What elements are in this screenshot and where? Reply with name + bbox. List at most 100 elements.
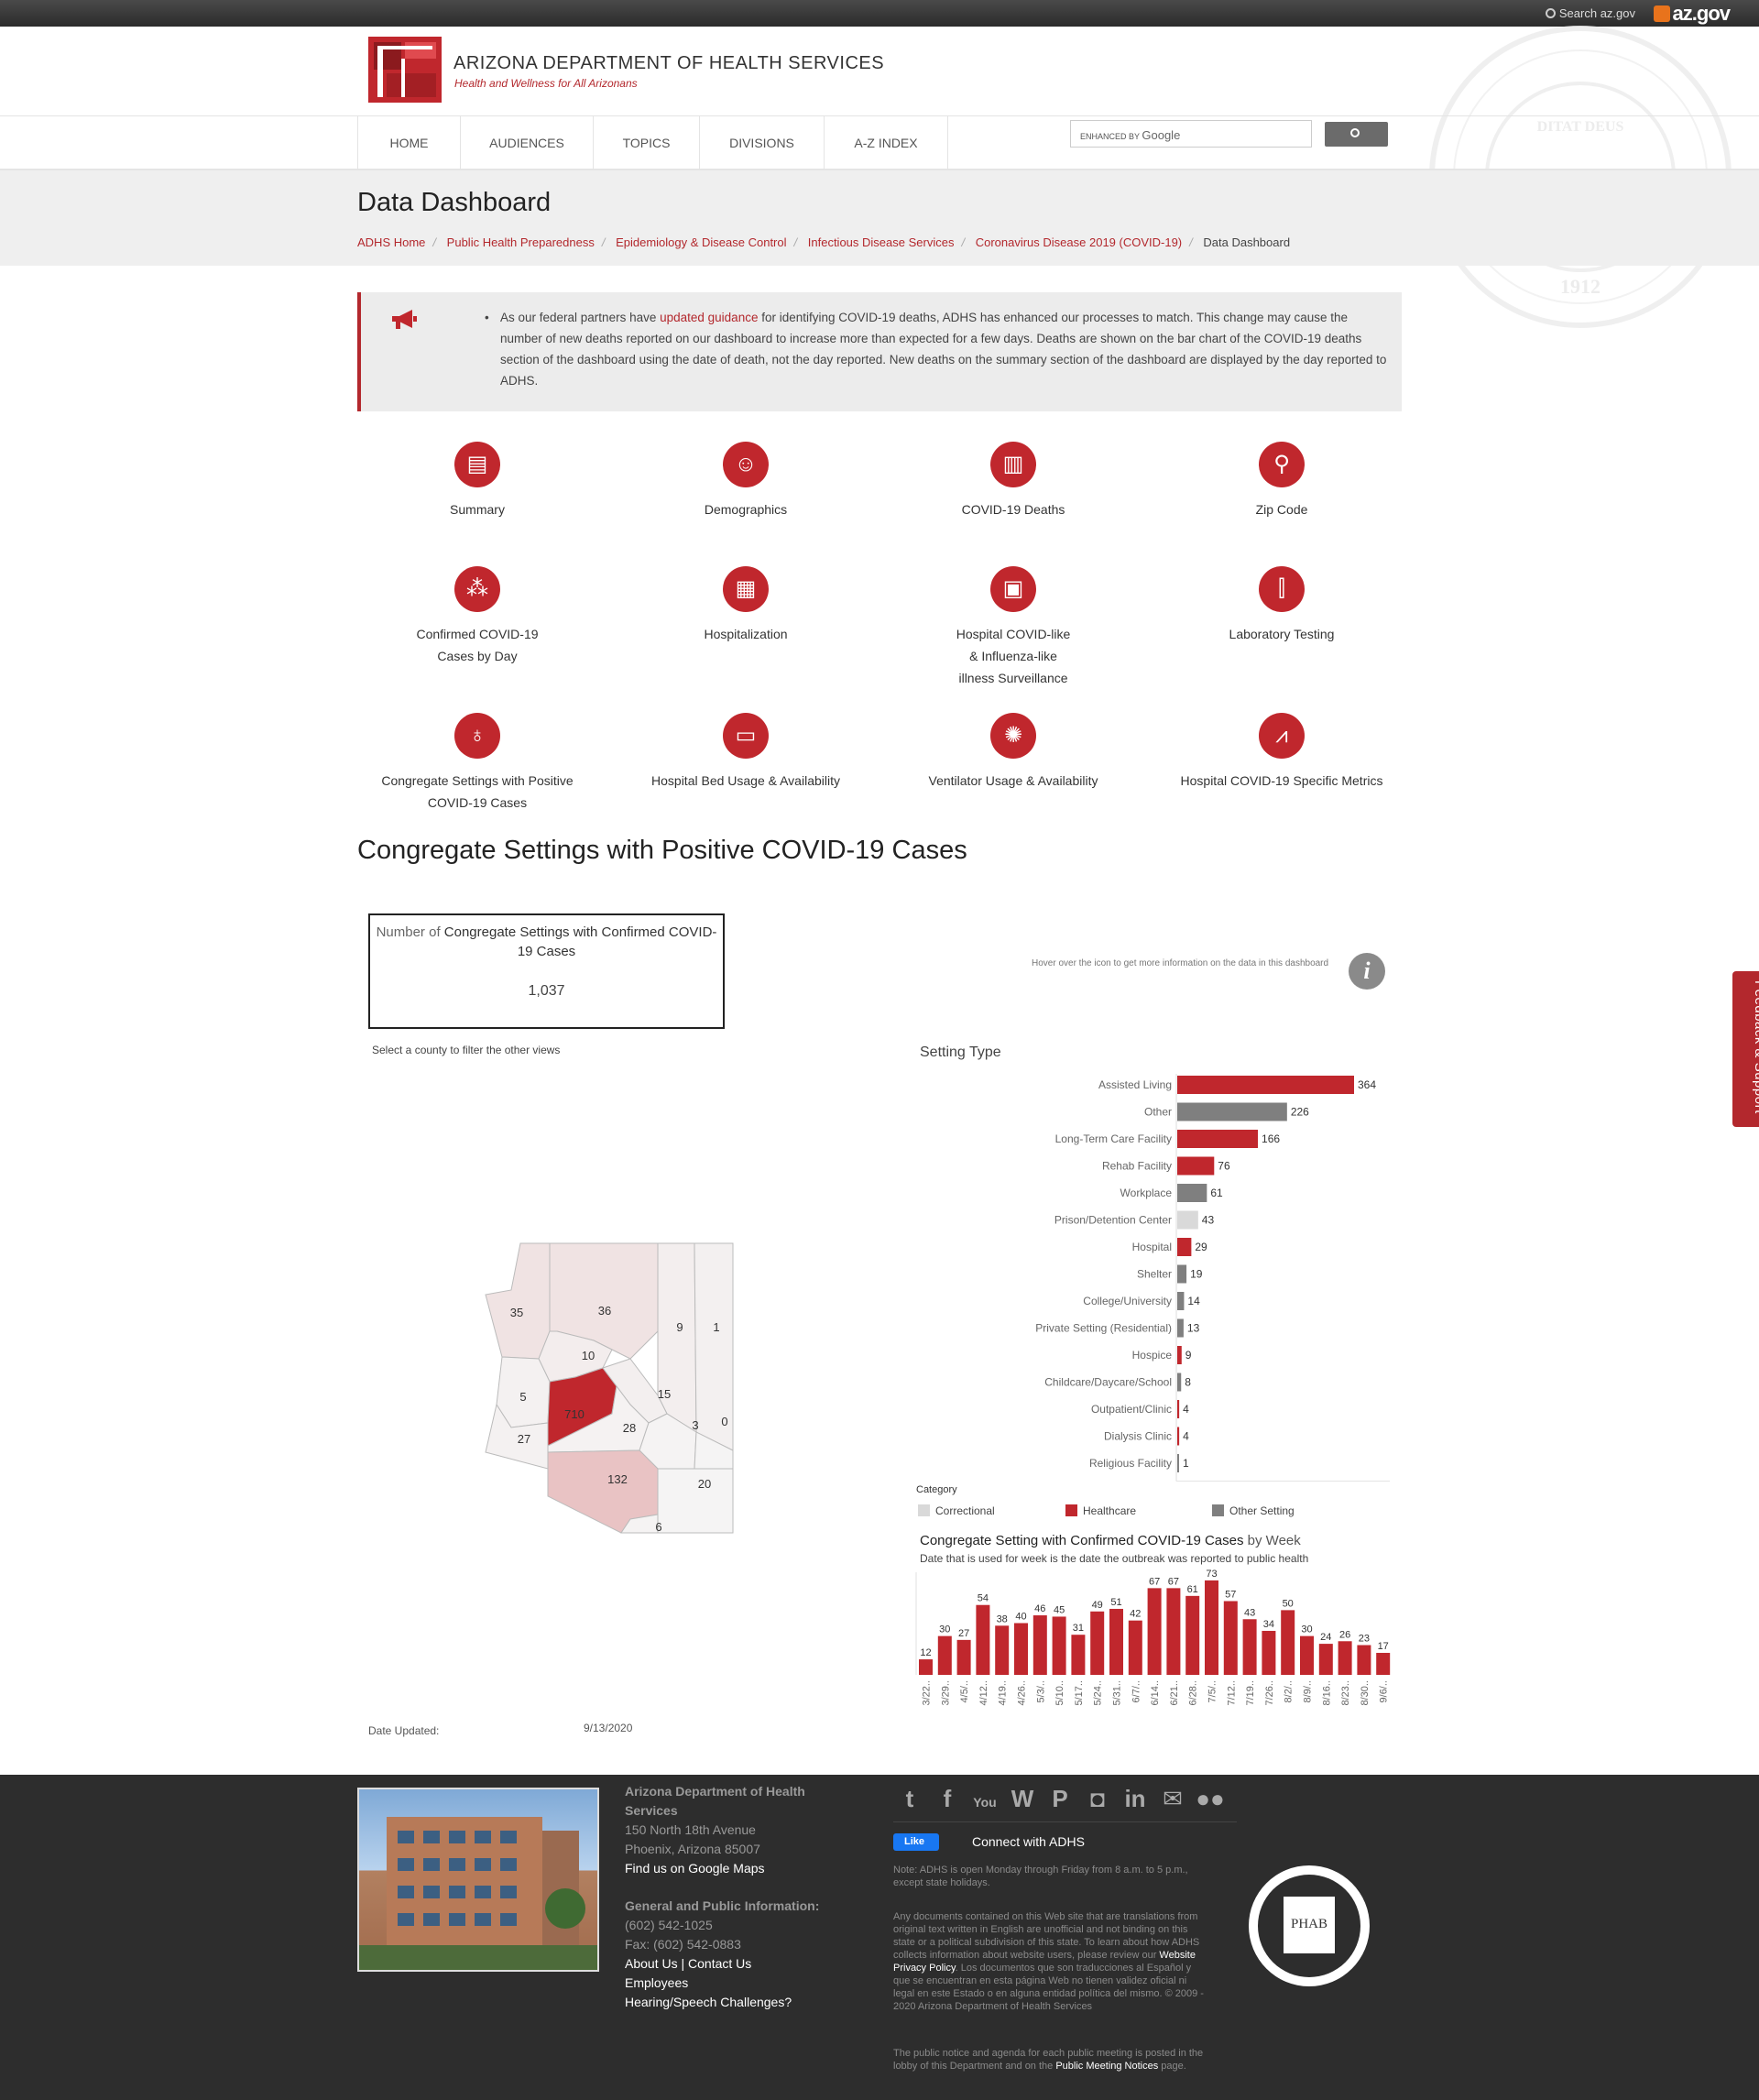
flickr-icon[interactable]: ●● xyxy=(1195,1785,1226,1816)
setting-bar[interactable] xyxy=(1177,1184,1207,1202)
dashboard-tile[interactable]: ▥ COVID-19 Deaths xyxy=(899,442,1128,520)
legend-item-other-setting[interactable]: Other Setting xyxy=(1212,1504,1295,1517)
week-bar[interactable] xyxy=(995,1625,1010,1675)
setting-bar[interactable] xyxy=(1177,1318,1184,1338)
setting-bar[interactable] xyxy=(1177,1400,1180,1418)
contact-us-link[interactable]: Contact Us xyxy=(688,1956,751,1971)
week-bar[interactable] xyxy=(976,1604,990,1675)
week-bar[interactable] xyxy=(919,1659,933,1675)
dashboard-tile[interactable]: ▭ Hospital Bed Usage & Availability xyxy=(631,713,860,792)
about-us-link[interactable]: About Us xyxy=(625,1956,678,1971)
week-bar[interactable] xyxy=(1147,1588,1162,1675)
search-button[interactable] xyxy=(1325,122,1388,147)
county-value: 5 xyxy=(519,1390,526,1404)
legend-title: Category xyxy=(916,1484,957,1495)
week-bar[interactable] xyxy=(1281,1610,1295,1675)
week-bar[interactable] xyxy=(1223,1601,1238,1675)
public-meeting-notices-link[interactable]: Public Meeting Notices xyxy=(1055,2061,1158,2072)
dashboard-tile[interactable]: ♁ Congregate Settings with Positive COVID-… xyxy=(363,713,592,814)
breadcrumb-link[interactable]: ADHS Home xyxy=(357,235,425,249)
email-icon[interactable]: ✉ xyxy=(1157,1785,1188,1816)
week-bar[interactable] xyxy=(1032,1615,1047,1675)
nav-audiences[interactable]: AUDIENCES xyxy=(460,116,593,170)
facebook-icon[interactable]: f xyxy=(932,1785,963,1816)
week-bar[interactable] xyxy=(1300,1635,1314,1675)
week-bar[interactable] xyxy=(1185,1595,1200,1675)
pinterest-icon[interactable]: P xyxy=(1044,1785,1076,1816)
breadcrumb-link[interactable]: Epidemiology & Disease Control xyxy=(616,235,786,249)
dashboard-tile[interactable]: ▤ Summary xyxy=(363,442,592,520)
setting-bar[interactable] xyxy=(1177,1454,1179,1472)
week-bar[interactable] xyxy=(1205,1580,1218,1675)
azgov-logo-link[interactable]: az.gov xyxy=(1653,2,1731,26)
dashboard-tile[interactable]: ▣ Hospital COVID-like & Influenza-like illn… xyxy=(899,566,1128,689)
twitter-icon[interactable]: t xyxy=(894,1785,925,1816)
setting-bar[interactable] xyxy=(1177,1210,1198,1230)
wordpress-icon[interactable]: W xyxy=(1007,1785,1038,1816)
week-bar[interactable] xyxy=(1109,1608,1123,1675)
hearing-speech-link[interactable]: Hearing/Speech Challenges? xyxy=(625,1993,845,2012)
site-search-input[interactable]: ENHANCED BY Google xyxy=(1070,120,1312,148)
week-tick-label: 7/26.. xyxy=(1264,1680,1275,1706)
nav-az-index[interactable]: A-Z INDEX xyxy=(824,116,948,170)
breadcrumb: ADHS Home / Public Health Preparedness / E… xyxy=(357,235,1291,249)
setting-bar[interactable] xyxy=(1177,1373,1182,1392)
setting-bar[interactable] xyxy=(1177,1076,1354,1094)
dashboard-tile[interactable]: ☺ Demographics xyxy=(631,442,860,520)
week-bar[interactable] xyxy=(1128,1620,1142,1675)
week-bar[interactable] xyxy=(1357,1645,1371,1675)
setting-bar[interactable] xyxy=(1177,1346,1182,1364)
setting-bar[interactable] xyxy=(1177,1156,1215,1176)
setting-category-label: Other xyxy=(1144,1106,1172,1119)
setting-bar[interactable] xyxy=(1177,1264,1187,1284)
setting-bar[interactable] xyxy=(1177,1427,1180,1446)
setting-value-label: 226 xyxy=(1291,1106,1309,1119)
dashboard-tile[interactable]: ⫿ Laboratory Testing xyxy=(1167,566,1396,645)
week-bar[interactable] xyxy=(1052,1616,1066,1675)
updated-guidance-link[interactable]: updated guidance xyxy=(660,311,758,324)
week-bar[interactable] xyxy=(1071,1635,1086,1675)
dashboard-tile[interactable]: ✺ Ventilator Usage & Availability xyxy=(899,713,1128,792)
week-bar[interactable] xyxy=(937,1635,952,1675)
dashboard-tile[interactable]: ▦ Hospitalization xyxy=(631,566,860,645)
week-bar[interactable] xyxy=(956,1639,971,1675)
setting-bar[interactable] xyxy=(1177,1130,1259,1148)
week-bar[interactable] xyxy=(1318,1644,1333,1675)
facebook-like-button[interactable]: Like xyxy=(893,1833,939,1851)
county-navajo[interactable] xyxy=(657,1242,697,1433)
week-bar[interactable] xyxy=(1090,1611,1105,1675)
breadcrumb-link[interactable]: Public Health Preparedness xyxy=(447,235,595,249)
dashboard-tile[interactable]: ⁂ Confirmed COVID-19 Cases by Day xyxy=(363,566,592,667)
breadcrumb-link[interactable]: Infectious Disease Services xyxy=(808,235,955,249)
setting-bar[interactable] xyxy=(1177,1238,1192,1256)
county-mohave[interactable] xyxy=(485,1242,551,1360)
week-bar[interactable] xyxy=(1166,1588,1181,1675)
dashboard-tile[interactable]: ⩘ Hospital COVID-19 Specific Metrics xyxy=(1167,713,1396,792)
legend-item-correctional[interactable]: Correctional xyxy=(918,1504,995,1517)
setting-bar[interactable] xyxy=(1177,1102,1287,1121)
google-maps-link[interactable]: Find us on Google Maps xyxy=(625,1859,845,1878)
info-icon[interactable]: i xyxy=(1349,953,1385,990)
breadcrumb-link[interactable]: Coronavirus Disease 2019 (COVID-19) xyxy=(976,235,1182,249)
employees-link[interactable]: Employees xyxy=(625,1974,845,1993)
dashboard-tile[interactable]: ⚲ Zip Code xyxy=(1167,442,1396,520)
adhs-logo-icon[interactable] xyxy=(368,37,442,103)
legend-item-healthcare[interactable]: Healthcare xyxy=(1065,1504,1136,1517)
search-azgov-link[interactable]: Search az.gov xyxy=(1545,6,1635,20)
week-bar[interactable] xyxy=(1376,1652,1391,1675)
nav-topics[interactable]: TOPICS xyxy=(593,116,699,170)
youtube-icon[interactable]: You xyxy=(969,1787,1000,1818)
week-bar[interactable] xyxy=(1262,1630,1276,1675)
nav-home[interactable]: HOME xyxy=(357,116,460,170)
week-bar[interactable] xyxy=(1014,1623,1028,1676)
linkedin-icon[interactable]: in xyxy=(1120,1785,1151,1816)
week-tick-label: 6/14.. xyxy=(1150,1680,1161,1706)
week-bar[interactable] xyxy=(1338,1641,1352,1675)
instagram-icon[interactable]: ◘ xyxy=(1082,1785,1113,1816)
feedback-support-tab[interactable]: Feedback & Support xyxy=(1732,971,1759,1127)
week-bar[interactable] xyxy=(1242,1619,1257,1675)
county-cochise[interactable] xyxy=(657,1468,734,1534)
setting-bar[interactable] xyxy=(1177,1292,1185,1310)
nav-divisions[interactable]: DIVISIONS xyxy=(699,116,824,170)
date-updated-value: 9/13/2020 xyxy=(584,1722,633,1734)
